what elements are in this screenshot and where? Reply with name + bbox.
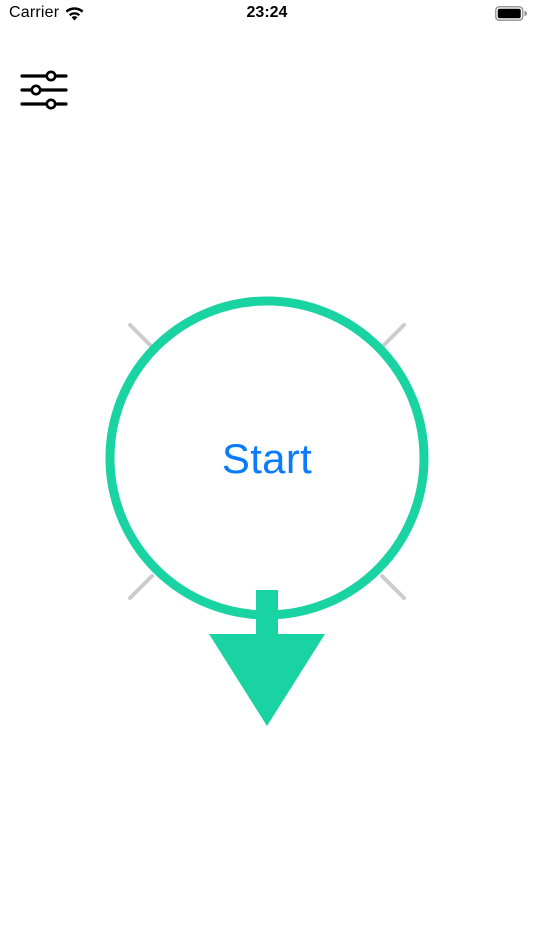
sliders-icon [20, 70, 68, 110]
tick-top-left [128, 323, 154, 349]
tick-top-right [380, 323, 406, 349]
start-button[interactable]: Start [112, 303, 424, 615]
settings-button[interactable] [18, 68, 70, 114]
tick-bottom-left [128, 574, 154, 600]
tick-bottom-right [380, 574, 406, 600]
battery-icon [495, 6, 527, 21]
start-label: Start [221, 435, 313, 482]
status-time: 23:24 [246, 4, 288, 21]
status-bar: Carrier 23:24 [0, 0, 534, 28]
